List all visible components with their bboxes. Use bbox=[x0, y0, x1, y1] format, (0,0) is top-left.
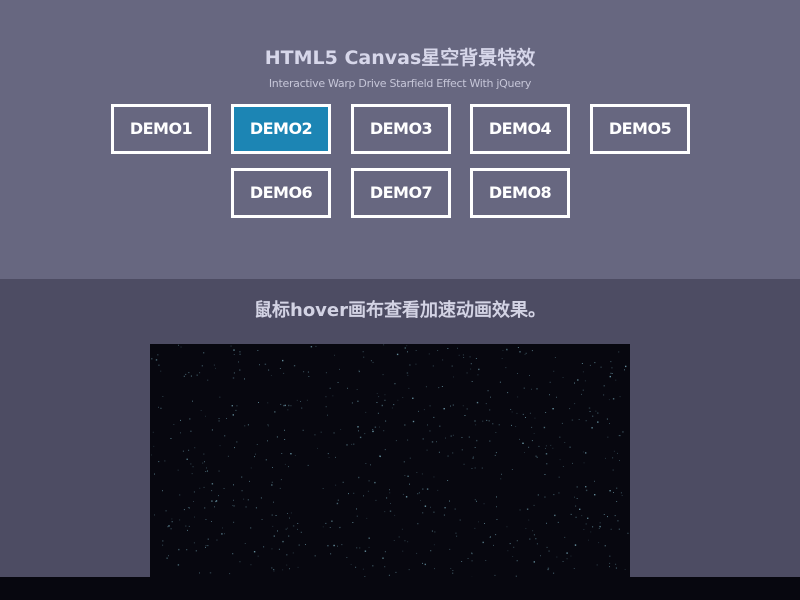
header-section: HTML5 Canvas星空背景特效 Interactive Warp Driv… bbox=[0, 0, 800, 279]
demo6-button[interactable]: DEMO6 bbox=[231, 168, 331, 218]
starfield-stars bbox=[151, 344, 629, 577]
page-title: HTML5 Canvas星空背景特效 bbox=[264, 47, 536, 69]
demo-section: 鼠标hover画布查看加速动画效果。 bbox=[0, 279, 800, 577]
demo8-button[interactable]: DEMO8 bbox=[470, 168, 570, 218]
page-subtitle: Interactive Warp Drive Starfield Effect … bbox=[268, 77, 532, 90]
demo5-button[interactable]: DEMO5 bbox=[590, 104, 690, 154]
demo3-button[interactable]: DEMO3 bbox=[351, 104, 451, 154]
demo1-button[interactable]: DEMO1 bbox=[111, 104, 211, 154]
demo7-button[interactable]: DEMO7 bbox=[351, 168, 451, 218]
hover-hint: 鼠标hover画布查看加速动画效果。 bbox=[254, 300, 546, 321]
demo4-button[interactable]: DEMO4 bbox=[470, 104, 570, 154]
starfield-canvas[interactable] bbox=[150, 344, 630, 577]
demo2-button[interactable]: DEMO2 bbox=[231, 104, 331, 154]
